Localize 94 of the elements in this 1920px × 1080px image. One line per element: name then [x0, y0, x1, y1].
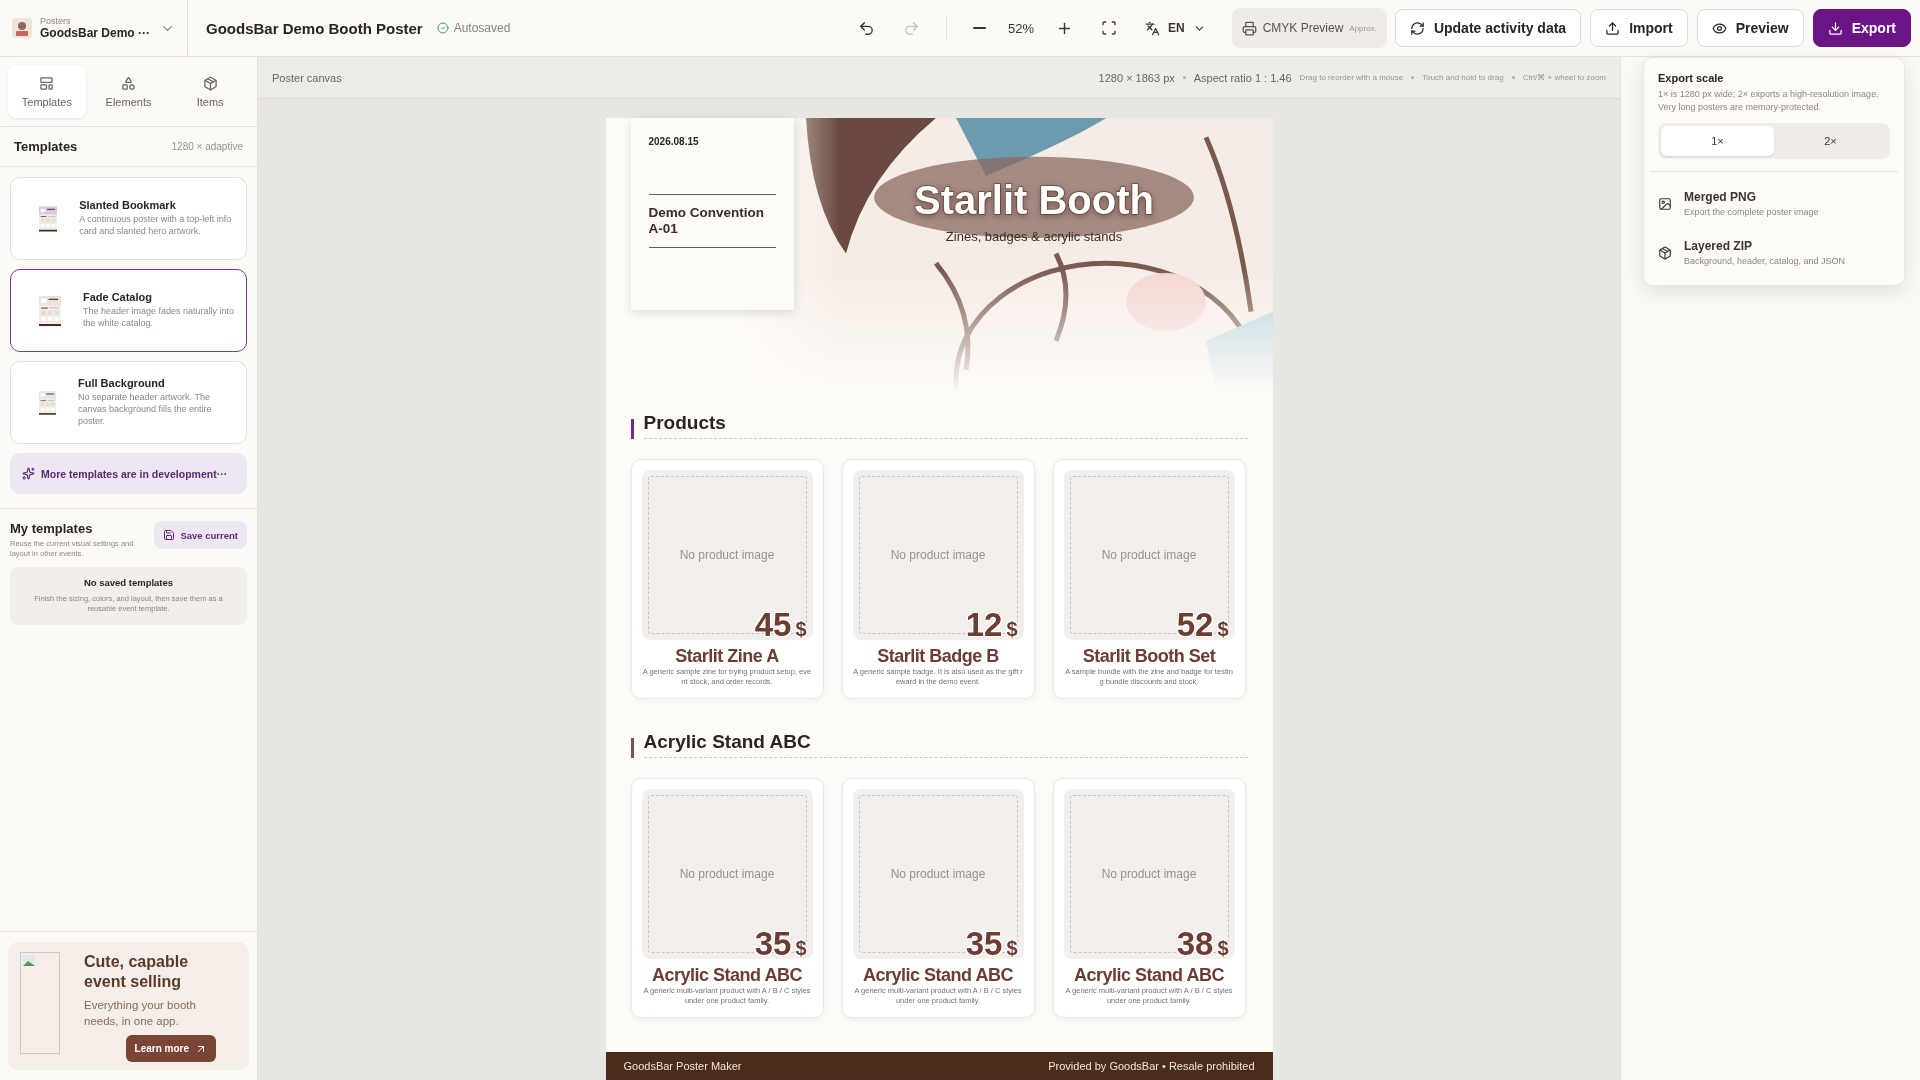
export-option[interactable]: Merged PNG Export the complete poster image [1658, 182, 1890, 227]
currency-symbol: $ [1006, 618, 1018, 641]
sparkles-icon [22, 467, 35, 480]
document-title: GoodsBar Demo Booth Poster [206, 19, 423, 37]
sidebar-tab[interactable]: Items [171, 65, 249, 118]
section-heading: My templates [10, 521, 94, 536]
shapes-icon [121, 75, 136, 91]
app-logo-icon [12, 18, 32, 38]
template-card[interactable]: Fade Catalog The header image fades naturally into the white catalog. [10, 269, 247, 352]
breadcrumb-label: Posters [40, 16, 72, 26]
refresh-icon [1409, 20, 1425, 36]
template-card[interactable]: Full Background No separate header artwork. The canvas background fills the entire poster. [10, 361, 247, 444]
preview-button[interactable]: Preview [1696, 9, 1804, 47]
zoom-level: 52% [1006, 20, 1035, 36]
upload-icon [1605, 20, 1621, 36]
product-name: Acrylic Stand ABC [652, 965, 802, 986]
product-price: 35 [754, 925, 792, 963]
refresh-button[interactable]: Update activity data [1394, 9, 1582, 47]
section-title: Products [643, 412, 1248, 439]
broken-image-icon [20, 952, 60, 1055]
scale-option[interactable]: 1× [1661, 126, 1774, 157]
minus-icon [972, 27, 986, 29]
translate-icon [1144, 20, 1160, 36]
eye-icon [1711, 20, 1727, 36]
fit-screen-icon [1100, 20, 1117, 36]
template-name: Slanted Bookmark [79, 199, 177, 212]
box-icon [202, 75, 218, 91]
product-price: 12 [965, 606, 1003, 644]
section-title: Acrylic Stand ABC [643, 731, 1248, 758]
scale-option[interactable]: 2× [1774, 126, 1887, 157]
currency-symbol: $ [795, 937, 807, 960]
printer-icon [1241, 20, 1257, 36]
template-name: Full Background [78, 377, 166, 390]
placeholder-text: No product image [679, 867, 775, 881]
cmyk-preview-button[interactable]: CMYK Preview Approx. [1231, 8, 1387, 48]
product-name: Starlit Zine A [675, 646, 779, 667]
product-name: Acrylic Stand ABC [863, 965, 1013, 986]
box-icon [1658, 246, 1672, 261]
placeholder-text: No product image [1101, 867, 1197, 881]
save-template-button[interactable]: Save current [154, 521, 247, 549]
currency-symbol: $ [795, 618, 807, 641]
product-price: 52 [1176, 606, 1214, 644]
more-templates-button[interactable]: More templates are in development··· [10, 453, 247, 494]
canvas-hint: Drag to reorder with a mouse [1299, 73, 1404, 82]
download-icon [1827, 20, 1843, 36]
product-name: Starlit Badge B [877, 646, 999, 667]
canvas-label: Poster canvas [272, 71, 342, 84]
undo-icon [857, 19, 875, 37]
check-circle-icon [436, 22, 449, 34]
event-date: 2026.08.15 [648, 136, 700, 147]
currency-symbol: $ [1006, 937, 1018, 960]
product-name: Acrylic Stand ABC [1074, 965, 1224, 986]
canvas-info: Aspect ratio 1 : 1.46 [1193, 71, 1292, 84]
template-description: The header image fades naturally into the white catalog. [82, 306, 235, 330]
export-option[interactable]: Layered ZIP Background, header, catalog, and JSON [1658, 230, 1890, 276]
project-name: GoodsBar Demo ··· [40, 26, 151, 40]
sidebar-tab[interactable]: Elements [89, 65, 168, 118]
template-description: No separate header artwork. The canvas background fills the entire poster. [78, 392, 213, 428]
template-card[interactable]: Slanted Bookmark A continuous poster with a top-left info card and slanted hero artwork. [10, 177, 247, 260]
product-price: 45 [754, 606, 792, 644]
currency-symbol: $ [1217, 618, 1229, 641]
language-button[interactable]: EN [1138, 14, 1212, 42]
product-price: 35 [965, 925, 1003, 963]
event-venue: Demo Convention A-01 [648, 193, 776, 248]
export-button[interactable]: Export [1812, 9, 1911, 47]
image-icon [1658, 197, 1672, 212]
canvas-hint: Touch and hold to drag [1422, 73, 1504, 82]
product-name: Starlit Booth Set [1082, 646, 1216, 667]
template-name: Fade Catalog [82, 291, 153, 304]
panel-heading: Templates [14, 139, 78, 154]
canvas-hint: Ctrl/⌘ + wheel to zoom [1522, 73, 1606, 82]
poster-title: Starlit Booth [914, 178, 1154, 223]
footer-text: GoodsBar Poster Maker [623, 1060, 742, 1072]
template-description: A continuous poster with a top-left info card and slanted hero artwork. [79, 214, 233, 238]
menu-description: 1× is 1280 px wide; 2× exports a high-resolution image. Very long posters are memory-protected. [1658, 88, 1880, 114]
save-status: Autosaved [453, 21, 511, 35]
promo-text: Everything your booth needs, in one app. [84, 997, 197, 1029]
menu-heading: Export scale [1658, 72, 1725, 84]
layout-icon [39, 75, 55, 91]
placeholder-text: No product image [1101, 548, 1197, 562]
import-button[interactable]: Import [1590, 9, 1688, 47]
product-price: 38 [1176, 925, 1214, 963]
canvas-info: 1280 × 1863 px [1098, 71, 1175, 84]
currency-symbol: $ [1217, 937, 1229, 960]
placeholder-text: No product image [890, 548, 986, 562]
placeholder-text: No product image [679, 548, 775, 562]
learn-more-button[interactable]: Learn more [125, 1035, 216, 1062]
placeholder-text: No product image [890, 867, 986, 881]
empty-state-title: No saved templates [83, 577, 174, 589]
footer-text: Provided by GoodsBar • Resale prohibited [1048, 1060, 1255, 1072]
sidebar-tab[interactable]: Templates [8, 65, 86, 118]
promo-title: Cute, capable event selling [84, 952, 190, 991]
redo-icon [902, 19, 920, 37]
canvas-size-label: 1280 × adaptive [171, 141, 243, 152]
